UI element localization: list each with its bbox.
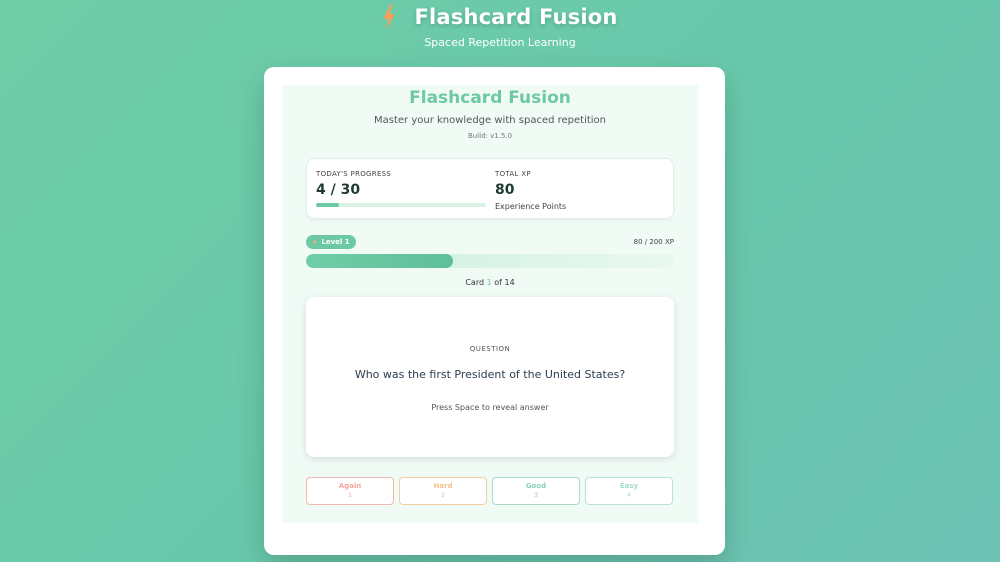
level-badge: ★ Level 1 xyxy=(306,235,356,249)
level-xp-text: 80 / 200 XP xyxy=(633,238,674,246)
flashcard[interactable]: QUESTION Who was the first President of … xyxy=(306,297,674,457)
flashcard-question: Who was the first President of the Unite… xyxy=(354,368,626,381)
level-row: ★ Level 1 80 / 200 XP xyxy=(306,235,674,249)
stats-card: TODAY'S PROGRESS 4 / 30 TOTAL XP 80 Expe… xyxy=(306,158,674,219)
xp-label: TOTAL XP xyxy=(495,170,531,178)
app-header: Flashcard Fusion Spaced Repetition Learn… xyxy=(0,0,1000,60)
panel-title: Flashcard Fusion xyxy=(409,88,571,108)
hard-button-label: Hard xyxy=(433,482,453,490)
main-card: Flashcard Fusion Master your knowledge w… xyxy=(264,67,725,555)
easy-button[interactable]: Easy 4 xyxy=(585,477,673,505)
flashcard-side-label: QUESTION xyxy=(469,345,511,353)
progress-value: 4 / 30 xyxy=(316,182,361,198)
again-button-label: Again xyxy=(338,482,362,490)
good-button-label: Good xyxy=(525,482,547,490)
daily-progress-fill xyxy=(316,203,339,207)
easy-button-label: Easy xyxy=(619,482,639,490)
app-title: Flashcard Fusion xyxy=(414,5,618,29)
app-subtitle: Spaced Repetition Learning xyxy=(424,36,576,49)
card-counter: Card 1 of 14 xyxy=(282,278,698,287)
rating-buttons: Again 1 Hard 2 Good 3 Easy 4 xyxy=(306,477,674,505)
xp-value: 80 xyxy=(495,182,515,198)
card-counter-suffix: of 14 xyxy=(491,278,515,287)
easy-button-key: 4 xyxy=(627,492,631,499)
daily-progress-bar xyxy=(316,203,486,207)
again-button-key: 1 xyxy=(348,492,352,499)
panel-subtitle: Master your knowledge with spaced repeti… xyxy=(373,115,607,126)
study-panel: Flashcard Fusion Master your knowledge w… xyxy=(282,85,698,523)
lightning-bolt-icon xyxy=(383,4,396,30)
level-progress-fill xyxy=(306,254,454,268)
progress-label: TODAY'S PROGRESS xyxy=(316,170,392,178)
hard-button[interactable]: Hard 2 xyxy=(399,477,487,505)
xp-caption: Experience Points xyxy=(495,202,567,211)
level-badge-label: Level 1 xyxy=(321,238,350,246)
app-title-row: Flashcard Fusion xyxy=(0,4,1000,30)
hard-button-key: 2 xyxy=(441,492,445,499)
card-counter-prefix: Card xyxy=(465,278,487,287)
again-button[interactable]: Again 1 xyxy=(306,477,394,505)
star-icon: ★ xyxy=(312,238,318,246)
build-version: Build: v1.5.0 xyxy=(467,132,513,140)
good-button-key: 3 xyxy=(534,492,538,499)
level-progress-bar xyxy=(306,254,674,268)
good-button[interactable]: Good 3 xyxy=(492,477,580,505)
flashcard-hint: Press Space to reveal answer xyxy=(431,403,549,412)
